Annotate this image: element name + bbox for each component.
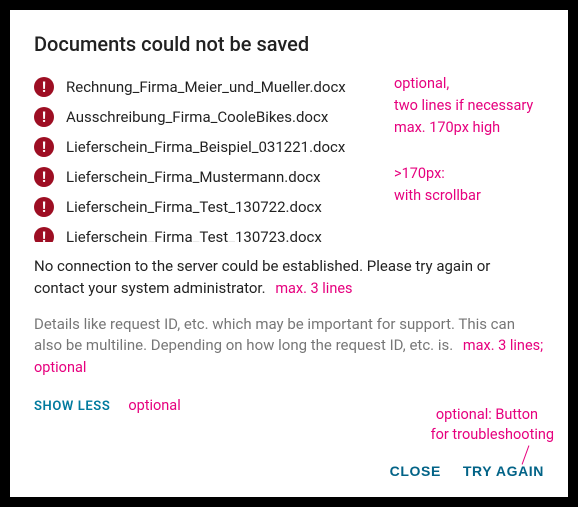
list-item-label: Lieferschein_Firma_Test_130722.docx	[66, 198, 322, 216]
list-item: ! Ausschreibung_Firma_CooleBikes.docx	[34, 102, 544, 132]
toggle-row: SHOW LESS optional	[34, 395, 544, 424]
list-item: ! Lieferschein_Firma_Beispiel_031221.doc…	[34, 132, 544, 162]
document-list-container: ! Rechnung_Firma_Meier_und_Mueller.docx …	[34, 72, 544, 242]
error-message: No connection to the server could be est…	[34, 256, 544, 300]
list-item-label: Lieferschein_Firma_Beispiel_031221.docx	[66, 138, 345, 156]
annotation: optional	[128, 397, 180, 414]
error-icon: !	[34, 227, 54, 242]
dialog-title: Documents could not be saved	[34, 32, 544, 56]
show-less-toggle[interactable]: SHOW LESS	[34, 399, 110, 414]
error-message-text: No connection to the server could be est…	[34, 257, 490, 297]
error-details: Details like request ID, etc. which may …	[34, 314, 544, 379]
document-list[interactable]: ! Rechnung_Firma_Meier_und_Mueller.docx …	[34, 72, 544, 242]
list-item: ! Rechnung_Firma_Meier_und_Mueller.docx	[34, 72, 544, 102]
list-item: ! Lieferschein_Firma_Test_130723.docx	[34, 222, 544, 242]
list-item: ! Lieferschein_Firma_Mustermann.docx	[34, 162, 544, 192]
close-button[interactable]: CLOSE	[390, 463, 441, 479]
list-item-label: Lieferschein_Firma_Mustermann.docx	[66, 168, 321, 186]
try-again-button[interactable]: TRY AGAIN	[463, 463, 544, 479]
error-icon: !	[34, 167, 54, 187]
dialog-actions: CLOSE TRY AGAIN	[34, 455, 544, 479]
error-details-text: Details like request ID, etc. which may …	[34, 315, 515, 355]
annotation: max. 3 lines	[275, 280, 352, 297]
list-item-label: Ausschreibung_Firma_CooleBikes.docx	[66, 108, 328, 126]
error-icon: !	[34, 107, 54, 127]
error-icon: !	[34, 77, 54, 97]
list-item-label: Rechnung_Firma_Meier_und_Mueller.docx	[66, 78, 346, 96]
error-dialog: Documents could not be saved ! Rechnung_…	[10, 10, 568, 497]
error-icon: !	[34, 197, 54, 217]
error-icon: !	[34, 137, 54, 157]
list-item: ! Lieferschein_Firma_Test_130722.docx	[34, 192, 544, 222]
list-item-label: Lieferschein_Firma_Test_130723.docx	[66, 228, 322, 242]
annotation: for troubleshooting	[431, 425, 554, 445]
